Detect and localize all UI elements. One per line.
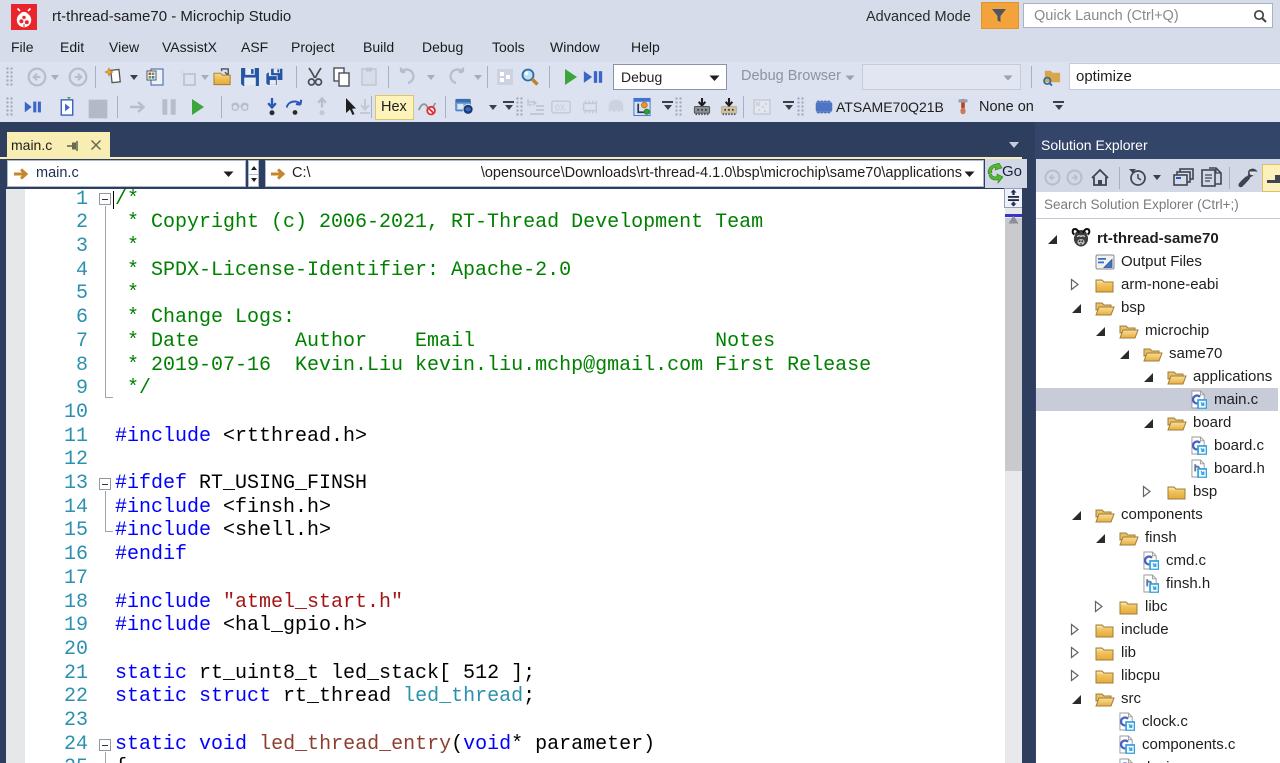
svg-text:0X: 0X xyxy=(555,102,566,112)
